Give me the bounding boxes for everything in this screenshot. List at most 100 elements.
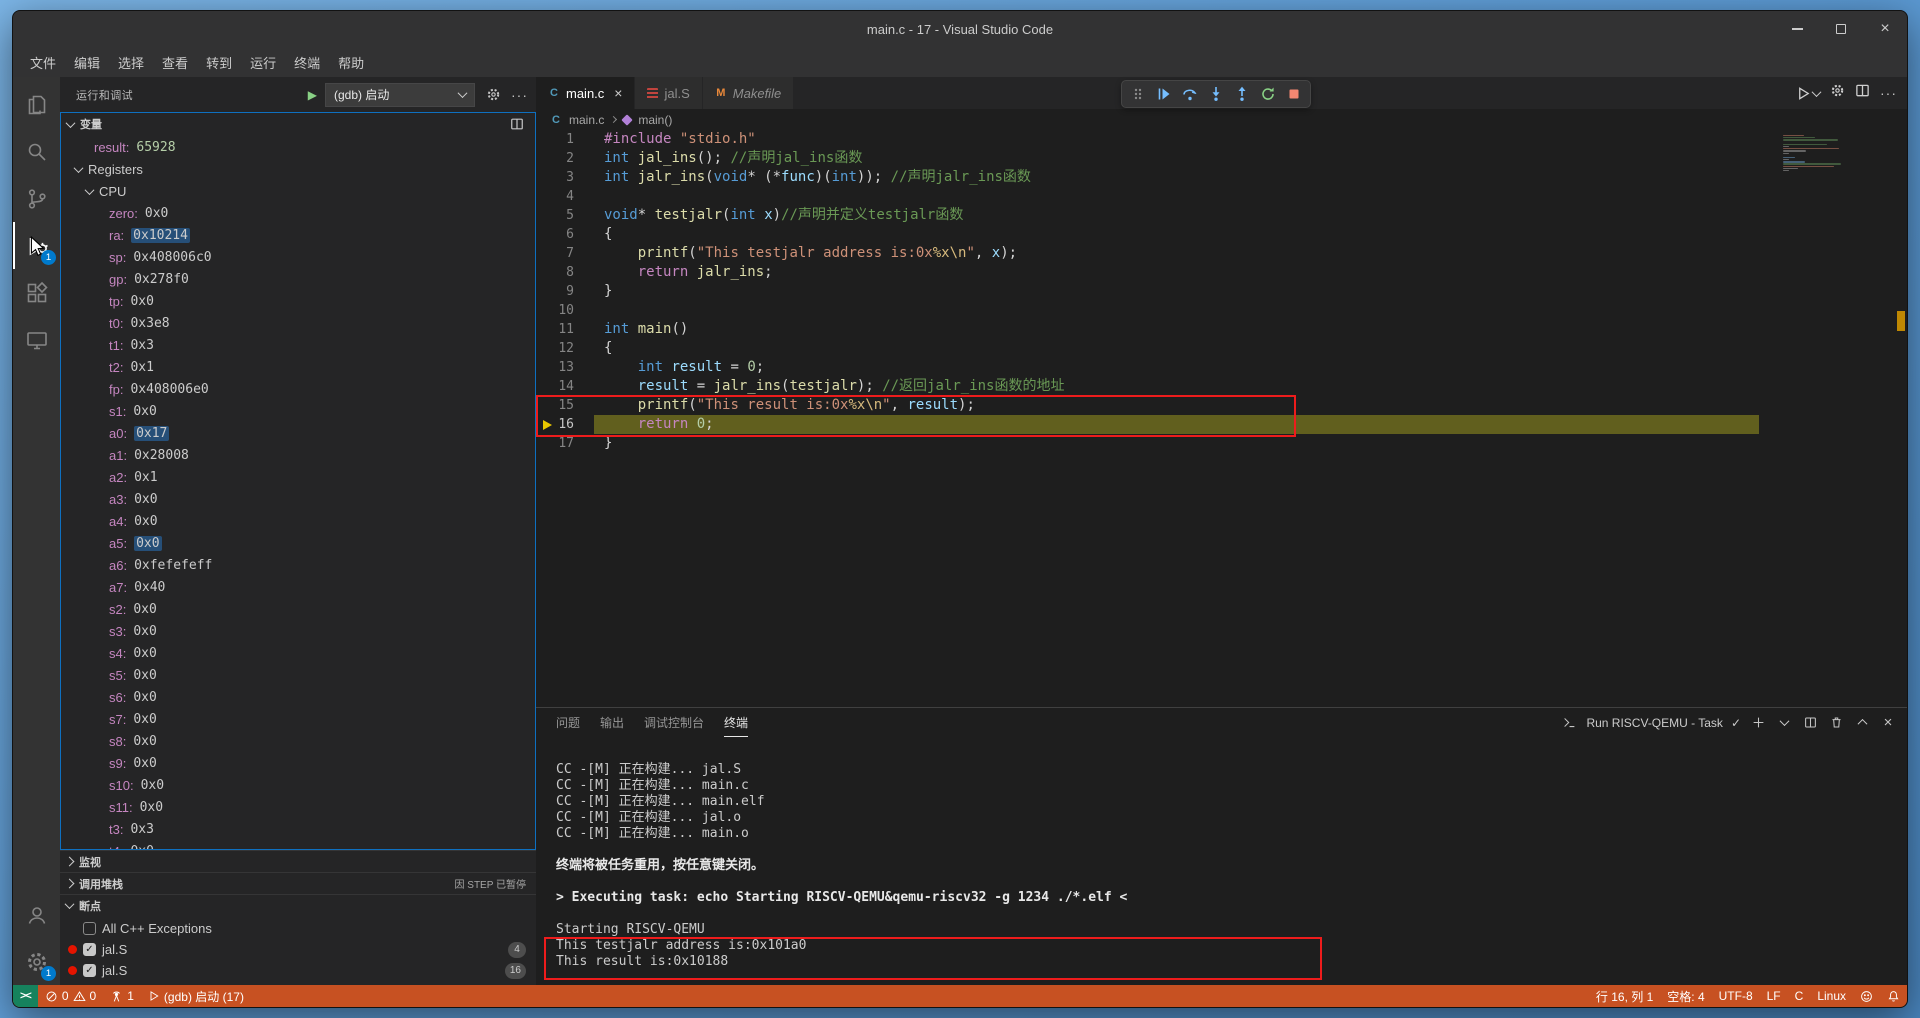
variable-row[interactable]: s2:0x0 [61, 598, 535, 620]
breakpoint-row-exceptions[interactable]: All C++ Exceptions [60, 918, 536, 939]
variable-row[interactable]: t0:0x3e8 [61, 312, 535, 334]
menu-run[interactable]: 运行 [241, 50, 285, 75]
explorer-icon[interactable] [13, 81, 60, 128]
account-icon[interactable] [13, 891, 60, 938]
panel-tab-terminal[interactable]: 终端 [724, 708, 748, 737]
panel-tab-debug-console[interactable]: 调试控制台 [644, 708, 704, 737]
callstack-section-header[interactable]: 调用堆栈 因 STEP 已暂停 [60, 872, 536, 894]
more-actions-icon[interactable]: ··· [511, 87, 528, 103]
variable-row[interactable]: tp:0x0 [61, 290, 535, 312]
code-line[interactable]: 4 [536, 187, 1907, 206]
exceptions-checkbox[interactable] [83, 922, 96, 935]
line-number[interactable]: 3 [536, 168, 574, 187]
menu-help[interactable]: 帮助 [329, 50, 373, 75]
tab-jal-s[interactable]: jal.S [635, 77, 702, 109]
restart-button[interactable] [1256, 82, 1280, 106]
code-line[interactable]: 17} [536, 434, 1907, 453]
run-file-button[interactable] [1796, 86, 1820, 101]
variable-row[interactable]: s7:0x0 [61, 708, 535, 730]
code-line[interactable]: 1#include "stdio.h" [536, 130, 1907, 149]
variable-row[interactable]: s1:0x0 [61, 400, 535, 422]
breadcrumb[interactable]: C main.c main() [536, 109, 1907, 130]
debug-gear-icon[interactable] [483, 84, 503, 106]
indentation-status[interactable]: 空格: 4 [1660, 985, 1711, 1007]
split-terminal-icon[interactable] [1801, 713, 1819, 733]
minimap[interactable] [1783, 135, 1883, 172]
variables-section-header[interactable]: 变量 [61, 113, 535, 135]
code-line[interactable]: 8 return jalr_ins; [536, 263, 1907, 282]
step-out-button[interactable] [1230, 82, 1254, 106]
extensions-icon[interactable] [13, 269, 60, 316]
line-number[interactable]: 8 [536, 263, 574, 282]
code-line[interactable]: 16 return 0; [536, 415, 1907, 434]
variable-row[interactable]: a1:0x28008 [61, 444, 535, 466]
launch-config-dropdown[interactable]: (gdb) 启动 [325, 83, 475, 107]
variable-row[interactable]: sp:0x408006c0 [61, 246, 535, 268]
breakpoint-checkbox[interactable]: ✓ [83, 964, 96, 977]
menu-file[interactable]: 文件 [21, 50, 65, 75]
line-number[interactable]: 12 [536, 339, 574, 358]
maximize-panel-icon[interactable] [1853, 713, 1871, 733]
continue-button[interactable] [1152, 82, 1176, 106]
variable-row[interactable]: s8:0x0 [61, 730, 535, 752]
variable-row[interactable]: a5:0x0 [61, 532, 535, 554]
split-editor-icon[interactable] [1855, 83, 1870, 103]
breakpoint-checkbox[interactable]: ✓ [83, 943, 96, 956]
tab-makefile[interactable]: M Makefile [703, 77, 794, 109]
line-number[interactable]: 15 [536, 396, 574, 415]
variable-row[interactable]: a3:0x0 [61, 488, 535, 510]
code-line[interactable]: 12{ [536, 339, 1907, 358]
breadcrumb-symbol[interactable]: main() [638, 113, 672, 127]
variable-row[interactable]: CPU [61, 180, 535, 202]
variables-actions-icon[interactable] [507, 113, 527, 135]
variable-row[interactable]: t4:0x0 [61, 840, 535, 849]
terminal-task-label[interactable]: Run RISCV-QEMU - Task [1586, 716, 1722, 730]
line-number[interactable]: 2 [536, 149, 574, 168]
minimize-button[interactable] [1775, 11, 1819, 47]
variable-row[interactable]: s10:0x0 [61, 774, 535, 796]
step-over-button[interactable] [1178, 82, 1202, 106]
line-number[interactable]: 7 [536, 244, 574, 263]
code-line[interactable]: 13 int result = 0; [536, 358, 1907, 377]
tab-main-c[interactable]: C main.c × [536, 77, 635, 109]
step-into-button[interactable] [1204, 82, 1228, 106]
line-number[interactable]: 13 [536, 358, 574, 377]
variable-row[interactable]: s4:0x0 [61, 642, 535, 664]
variable-row[interactable]: result:65928 [61, 136, 535, 158]
variable-row[interactable]: a7:0x40 [61, 576, 535, 598]
code-line[interactable]: 9} [536, 282, 1907, 301]
start-debug-button[interactable]: ▶ [308, 88, 317, 102]
variable-row[interactable]: t1:0x3 [61, 334, 535, 356]
line-number[interactable]: 9 [536, 282, 574, 301]
line-number[interactable]: 4 [536, 187, 574, 206]
remote-explorer-icon[interactable] [13, 316, 60, 363]
editor-gear-icon[interactable] [1830, 83, 1845, 103]
close-button[interactable]: × [1863, 11, 1907, 47]
titlebar[interactable]: main.c - 17 - Visual Studio Code × [13, 11, 1907, 47]
variable-row[interactable]: s6:0x0 [61, 686, 535, 708]
line-number[interactable]: 11 [536, 320, 574, 339]
code-line[interactable]: 7 printf("This testjalr address is:0x%x\… [536, 244, 1907, 263]
variable-row[interactable]: gp:0x278f0 [61, 268, 535, 290]
panel-tab-problems[interactable]: 问题 [556, 708, 580, 737]
maximize-button[interactable] [1819, 11, 1863, 47]
remote-indicator[interactable]: >< [13, 985, 38, 1007]
code-line[interactable]: 6{ [536, 225, 1907, 244]
line-number[interactable]: 10 [536, 301, 574, 320]
breadcrumb-file[interactable]: main.c [569, 113, 604, 127]
code-line[interactable]: 14 result = jalr_ins(testjalr); //返回jalr… [536, 377, 1907, 396]
panel-tab-output[interactable]: 输出 [600, 708, 624, 737]
source-control-icon[interactable] [13, 175, 60, 222]
line-number[interactable]: 16 [536, 415, 574, 434]
close-panel-icon[interactable]: × [1879, 713, 1897, 733]
variable-row[interactable]: s9:0x0 [61, 752, 535, 774]
code-line[interactable]: 10 [536, 301, 1907, 320]
code-line[interactable]: 11int main() [536, 320, 1907, 339]
eol-status[interactable]: LF [1760, 985, 1788, 1007]
menu-terminal[interactable]: 终端 [285, 50, 329, 75]
settings-gear-icon[interactable]: 1 [13, 938, 60, 985]
variable-row[interactable]: a2:0x1 [61, 466, 535, 488]
variable-row[interactable]: a4:0x0 [61, 510, 535, 532]
problems-status[interactable]: 0 0 [38, 985, 103, 1007]
code-line[interactable]: 2int jal_ins(); //声明jal_ins函数 [536, 149, 1907, 168]
